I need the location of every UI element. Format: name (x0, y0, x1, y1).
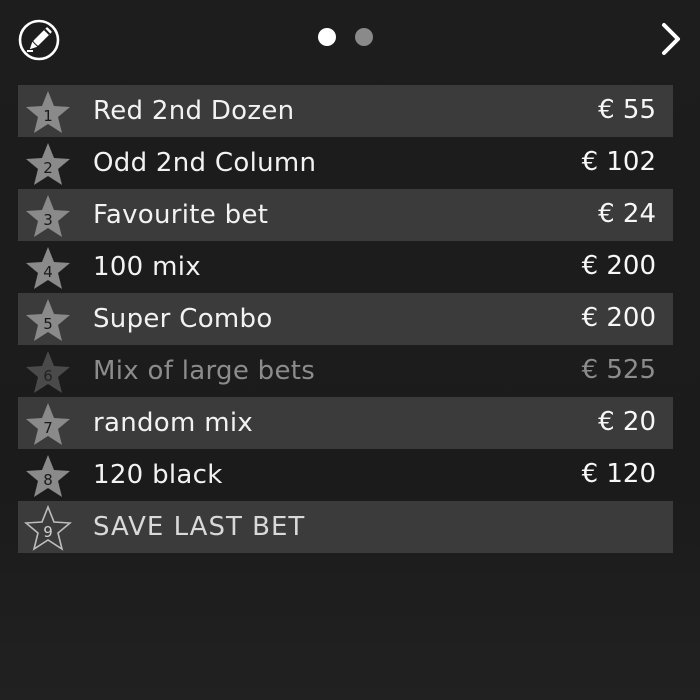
page-dot-2[interactable] (355, 28, 373, 46)
star-icon: 6 (26, 351, 70, 393)
star-rank-label: 9 (43, 523, 53, 541)
bet-name: random mix (93, 408, 254, 438)
bet-amount: € 24 (598, 199, 656, 229)
bet-row[interactable]: 8 120 black € 120 (18, 449, 673, 501)
star-rank-label: 1 (43, 107, 53, 125)
save-last-bet-button[interactable]: 9 SAVE LAST BET (18, 501, 673, 553)
bet-amount: € 120 (581, 459, 656, 489)
bet-name: 120 black (93, 460, 223, 490)
bet-row[interactable]: 2 Odd 2nd Column € 102 (18, 137, 673, 189)
bet-row[interactable]: 7 random mix € 20 (18, 397, 673, 449)
star-icon: 5 (26, 299, 70, 341)
star-icon: 3 (26, 195, 70, 237)
bet-name: Super Combo (93, 304, 273, 334)
star-rank-label: 2 (43, 159, 53, 177)
star-rank-label: 3 (43, 211, 53, 229)
chevron-right-icon (662, 23, 680, 55)
saved-bets-list: 1 Red 2nd Dozen € 55 2 Odd 2nd Column € 102 3 F… (18, 85, 673, 553)
star-icon: 1 (26, 91, 70, 133)
star-icon: 8 (26, 455, 70, 497)
bet-row[interactable]: 3 Favourite bet € 24 (18, 189, 673, 241)
bet-name: Odd 2nd Column (93, 148, 317, 178)
bet-name: Mix of large bets (93, 356, 316, 386)
save-last-bet-label: SAVE LAST BET (93, 512, 306, 542)
edit-button[interactable] (18, 19, 60, 61)
bet-amount: € 525 (581, 355, 656, 385)
star-outline-icon: 9 (24, 505, 72, 551)
bet-amount: € 55 (598, 95, 656, 125)
bet-amount: € 200 (581, 303, 656, 333)
star-rank-label: 5 (43, 315, 53, 333)
star-icon: 7 (26, 403, 70, 445)
star-icon: 2 (26, 143, 70, 185)
pencil-circle-icon (18, 19, 60, 61)
page-indicator (318, 28, 373, 46)
star-rank-label: 6 (43, 367, 53, 385)
bet-row[interactable]: 4 100 mix € 200 (18, 241, 673, 293)
star-rank-label: 8 (43, 471, 53, 489)
bet-row[interactable]: 6 Mix of large bets € 525 (18, 345, 673, 397)
bet-row[interactable]: 1 Red 2nd Dozen € 55 (18, 85, 673, 137)
bet-row[interactable]: 5 Super Combo € 200 (18, 293, 673, 345)
favourite-bets-panel: 1 Red 2nd Dozen € 55 2 Odd 2nd Column € 102 3 F… (0, 0, 700, 700)
bet-amount: € 102 (581, 147, 656, 177)
star-icon: 4 (26, 247, 70, 289)
bet-amount: € 20 (598, 407, 656, 437)
bet-name: Favourite bet (93, 200, 269, 230)
page-dot-1[interactable] (318, 28, 336, 46)
star-rank-label: 4 (43, 263, 53, 281)
star-rank-label: 7 (43, 419, 53, 437)
bet-amount: € 200 (581, 251, 656, 281)
next-page-button[interactable] (658, 22, 684, 56)
header-bar (0, 0, 700, 80)
bet-name: 100 mix (93, 252, 201, 282)
bet-name: Red 2nd Dozen (93, 96, 295, 126)
